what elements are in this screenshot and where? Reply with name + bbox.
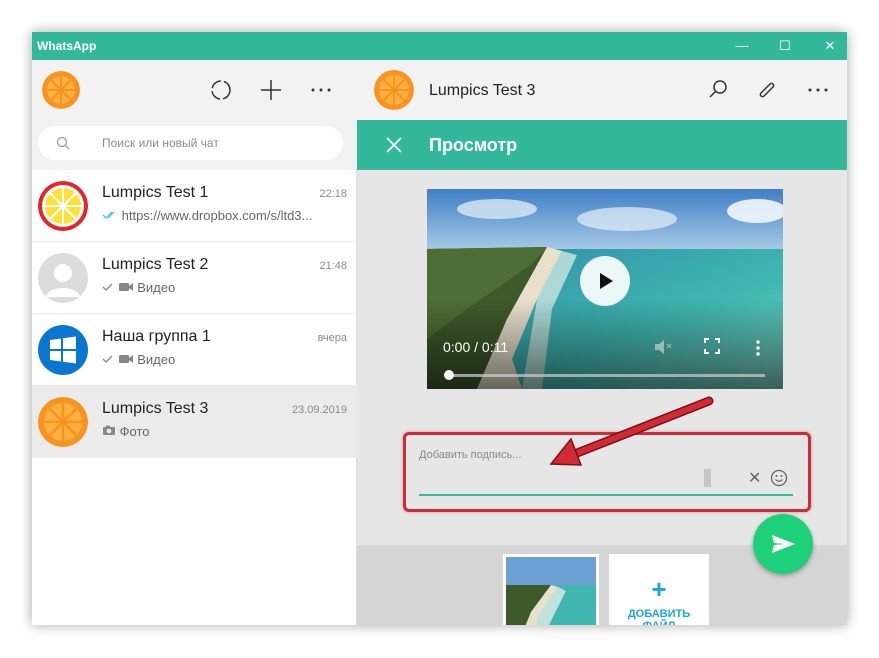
chat-name: Lumpics Test 3: [102, 400, 209, 417]
chat-name: Lumpics Test 1: [102, 184, 209, 201]
send-arrow-icon: [772, 535, 795, 553]
chat-sidebar: Поиск или новый чат Lumpics Test 1 22:18: [32, 60, 357, 625]
chat-preview: Видео: [102, 280, 175, 295]
chat-time: 21:48: [319, 260, 347, 272]
search-icon: [709, 80, 727, 98]
close-icon: [386, 137, 402, 153]
double-check-icon: [102, 211, 115, 219]
check-icon: [102, 355, 113, 363]
chat-item[interactable]: Lumpics Test 1 22:18 https://www.dropbox…: [32, 170, 357, 242]
contact-avatar: [38, 253, 88, 303]
add-file-button[interactable]: + ДОБАВИТЬ ФАЙЛ: [609, 554, 709, 625]
chat-name: Наша группа 1: [102, 328, 211, 345]
contact-avatar: [38, 325, 88, 375]
paperclip-icon: [759, 82, 775, 98]
chat-time: 23.09.2019: [291, 404, 347, 416]
window-title: WhatsApp: [37, 39, 97, 53]
contact-avatar: [38, 181, 88, 231]
chat-item[interactable]: Наша группа 1 вчера Видео: [32, 314, 357, 386]
chat-preview: https://www.dropbox.com/s/ltd3...: [102, 208, 312, 223]
video-icon: [118, 355, 133, 363]
check-icon: [102, 283, 113, 291]
chat-preview-text: Фото: [119, 424, 150, 439]
video-icon: [118, 283, 133, 291]
my-avatar[interactable]: [42, 71, 80, 109]
chat-name: Lumpics Test 2: [102, 256, 209, 273]
emoji-button[interactable]: [770, 469, 788, 487]
contact-avatar: [38, 397, 88, 447]
windows-logo-icon: [50, 336, 76, 364]
chat-item-active[interactable]: Lumpics Test 3 23.09.2019 Фото: [32, 386, 357, 458]
beach-video-frame: [427, 189, 783, 389]
conversation-menu-button[interactable]: [803, 75, 833, 105]
close-preview-button[interactable]: [379, 130, 409, 160]
search-area: Поиск или новый чат: [32, 120, 357, 170]
caption-input[interactable]: Добавить подпись...: [419, 449, 521, 461]
default-user-icon: [46, 264, 80, 297]
plus-icon: [261, 80, 281, 100]
clear-caption-button[interactable]: ✕: [748, 468, 764, 488]
chat-preview: Видео: [102, 352, 175, 367]
contact-name: Lumpics Test 3: [429, 82, 536, 99]
chat-preview-text: Видео: [137, 280, 176, 295]
maximize-button[interactable]: ☐: [775, 36, 795, 56]
chat-time: вчера: [317, 332, 347, 344]
new-chat-button[interactable]: [256, 75, 286, 105]
orange-avatar-icon: [38, 397, 88, 447]
chat-time: 22:18: [319, 188, 347, 200]
sidebar-header: [32, 60, 357, 120]
camera-icon: [103, 425, 115, 435]
search-icon: [56, 136, 70, 150]
add-file-label: ДОБАВИТЬ ФАЙЛ: [627, 608, 691, 625]
smiley-icon: [770, 469, 788, 487]
status-button[interactable]: [206, 75, 236, 105]
caption-underline: [419, 494, 793, 496]
contact-avatar[interactable]: [374, 70, 414, 110]
minimize-button[interactable]: —: [732, 36, 752, 56]
attach-button[interactable]: [752, 75, 782, 105]
chat-preview: Фото: [102, 424, 150, 439]
more-dots-icon: [808, 88, 828, 92]
attachment-thumbnail[interactable]: [503, 554, 599, 625]
video-time: 0:00 / 0:11: [443, 339, 509, 355]
search-placeholder: Поиск или новый чат: [102, 136, 219, 150]
search-messages-button[interactable]: [703, 75, 733, 105]
status-ring-icon: [211, 80, 231, 100]
whatsapp-window: WhatsApp — ☐ ✕ Поиск или новый чат Lumpi…: [32, 32, 847, 625]
chat-preview-text: Видео: [137, 352, 176, 367]
sidebar-menu-button[interactable]: [306, 75, 336, 105]
red-arrow-annotation: [549, 396, 714, 466]
more-dots-icon: [311, 88, 331, 92]
video-preview[interactable]: 0:00 / 0:11: [427, 189, 783, 389]
send-button[interactable]: [753, 514, 813, 574]
search-input[interactable]: Поиск или новый чат: [38, 126, 343, 160]
title-bar: WhatsApp — ☐ ✕: [32, 32, 847, 60]
orange-avatar-icon: [374, 70, 414, 110]
add-plus-icon: +: [651, 574, 667, 604]
preview-bar: Просмотр: [357, 120, 847, 170]
conversation-panel: Lumpics Test 3 Просмотр 0:00 / 0:11 Доба…: [357, 60, 847, 625]
beach-thumbnail: [506, 557, 596, 625]
orange-avatar-icon: [42, 71, 80, 109]
preview-title: Просмотр: [429, 135, 518, 155]
orange-slice-avatar-icon: [38, 181, 88, 231]
close-window-button[interactable]: ✕: [820, 36, 840, 56]
chat-preview-text: https://www.dropbox.com/s/ltd3...: [121, 208, 313, 223]
chat-item[interactable]: Lumpics Test 2 21:48 Видео: [32, 242, 357, 314]
conversation-header: Lumpics Test 3: [357, 60, 847, 120]
